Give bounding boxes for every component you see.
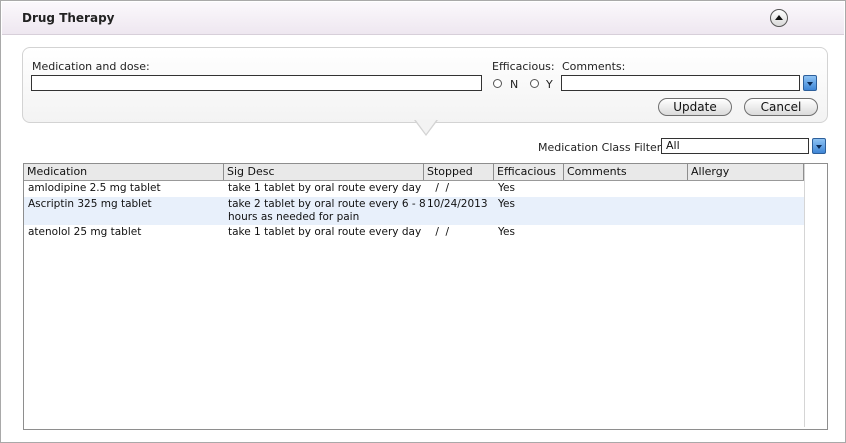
section-title: Drug Therapy <box>22 11 115 25</box>
medication-table: Medication Sig Desc Stopped Efficacious … <box>23 163 828 430</box>
panel-pointer-fill <box>415 119 437 134</box>
update-button[interactable]: Update <box>658 98 732 116</box>
cell-sig-desc-line2: hours as needed for pain <box>228 211 360 223</box>
medication-dose-label: Medication and dose: <box>32 60 150 73</box>
cell-sig-desc: take 2 tablet by oral route every 6 - 8 <box>228 198 426 210</box>
table-header: Medication Sig Desc Stopped Efficacious … <box>24 164 804 181</box>
column-header-medication[interactable]: Medication <box>24 164 224 180</box>
cell-efficacious: Yes <box>498 182 515 194</box>
table-row[interactable]: Ascriptin 325 mg tablet take 2 tablet by… <box>24 197 804 225</box>
drug-therapy-window: Drug Therapy Medication and dose: Effica… <box>0 0 846 443</box>
table-row[interactable]: amlodipine 2.5 mg tablet take 1 tablet b… <box>24 181 804 197</box>
cell-stopped: 10/24/2013 <box>427 198 488 210</box>
medication-dose-input[interactable] <box>31 75 482 91</box>
comments-dropdown-icon[interactable] <box>803 75 817 91</box>
table-row[interactable]: atenolol 25 mg tablet take 1 tablet by o… <box>24 225 804 241</box>
efficacious-n-label: N <box>510 78 519 91</box>
efficacious-n-radio[interactable] <box>493 79 502 88</box>
collapse-up-icon[interactable] <box>770 9 788 27</box>
cell-sig-desc: take 1 tablet by oral route every day <box>228 226 422 238</box>
comments-label: Comments: <box>562 60 626 73</box>
comments-input[interactable] <box>561 75 800 91</box>
column-header-efficacious[interactable]: Efficacious <box>494 164 564 180</box>
column-header-allergy[interactable]: Allergy <box>688 164 804 180</box>
cell-stopped: / / <box>432 182 450 194</box>
section-header: Drug Therapy <box>2 2 844 35</box>
cell-medication: amlodipine 2.5 mg tablet <box>28 182 161 194</box>
efficacious-y-radio[interactable] <box>530 79 539 88</box>
medication-class-filter-dropdown-icon[interactable] <box>812 138 826 154</box>
column-header-comments[interactable]: Comments <box>564 164 688 180</box>
table-scrollbar-track[interactable] <box>804 164 827 427</box>
cell-medication: Ascriptin 325 mg tablet <box>28 198 152 210</box>
medication-class-filter-label: Medication Class Filter: <box>538 141 665 154</box>
cancel-button[interactable]: Cancel <box>744 98 818 116</box>
medication-class-filter-select[interactable]: All <box>661 138 809 154</box>
cell-sig-desc: take 1 tablet by oral route every day <box>228 182 422 194</box>
efficacious-y-label: Y <box>546 78 553 91</box>
cell-efficacious: Yes <box>498 198 515 210</box>
column-header-stopped[interactable]: Stopped <box>424 164 494 180</box>
cell-medication: atenolol 25 mg tablet <box>28 226 142 238</box>
column-header-sig-desc[interactable]: Sig Desc <box>224 164 424 180</box>
efficacious-label: Efficacious: <box>492 60 555 73</box>
cell-efficacious: Yes <box>498 226 515 238</box>
cell-stopped: / / <box>432 226 450 238</box>
